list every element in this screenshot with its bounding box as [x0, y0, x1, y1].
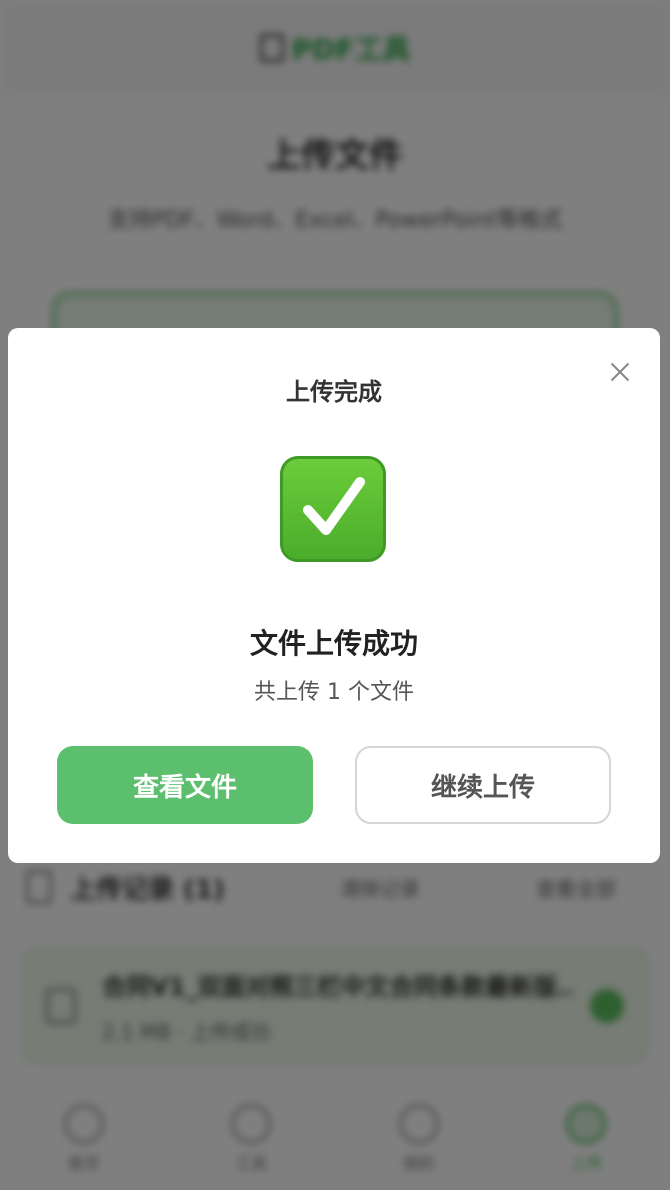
- check-mark-glyph: [303, 477, 365, 535]
- upload-count-text: 共上传 1 个文件: [254, 680, 414, 705]
- dialog-title: 上传完成: [286, 378, 382, 406]
- close-icon[interactable]: [602, 354, 638, 390]
- upload-complete-dialog: 上传完成 文件上传成功 共上传 1 个文件 查看文件 继续上传: [8, 328, 660, 863]
- check-mark-icon: [280, 456, 386, 562]
- success-heading: 文件上传成功: [249, 627, 418, 660]
- continue-upload-button[interactable]: 继续上传: [355, 746, 611, 824]
- view-files-button[interactable]: 查看文件: [57, 746, 313, 824]
- upload-page: PDF工具 上传文件 支持PDF、Word、Excel、PowerPoint等格…: [0, 0, 670, 1190]
